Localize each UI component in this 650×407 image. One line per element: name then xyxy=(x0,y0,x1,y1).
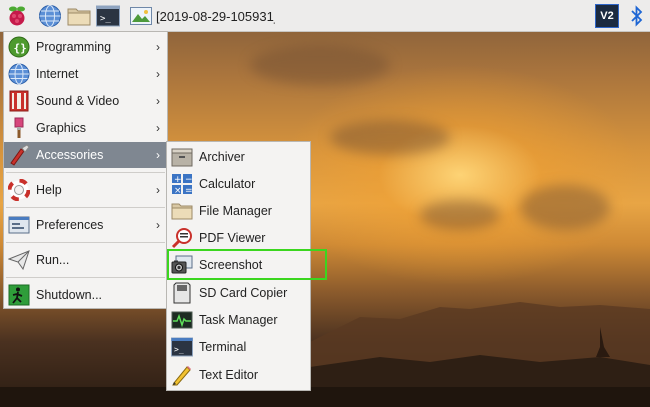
menu-item-label: Accessories xyxy=(36,148,104,162)
top-panel: >_ [2019-08-29-105931_... V2 xyxy=(0,0,650,32)
menu-separator xyxy=(6,207,165,208)
submenu-item-sd-card-copier[interactable]: SD Card Copier xyxy=(167,279,310,306)
svg-text:=: = xyxy=(185,186,193,195)
menu-item-internet[interactable]: Internet › xyxy=(4,61,167,87)
submenu-item-file-manager[interactable]: File Manager xyxy=(167,197,310,224)
terminal-launcher-icon[interactable]: >_ xyxy=(96,4,120,28)
svg-text:−: − xyxy=(185,175,193,185)
browser-globe-icon[interactable] xyxy=(38,4,62,28)
submenu-arrow-icon: › xyxy=(156,218,160,232)
camera-icon xyxy=(171,254,193,276)
submenu-item-terminal[interactable]: >_ Terminal xyxy=(167,333,310,360)
wallpaper-cloud xyxy=(330,120,450,155)
task-manager-icon xyxy=(171,309,193,331)
bluetooth-icon[interactable] xyxy=(630,5,644,27)
sd-card-icon xyxy=(171,282,193,304)
submenu-arrow-icon: › xyxy=(156,40,160,54)
menu-item-programming[interactable]: {} Programming › xyxy=(4,34,167,60)
submenu-arrow-icon: › xyxy=(156,67,160,81)
submenu-item-label: Task Manager xyxy=(199,312,278,327)
folder-icon xyxy=(171,200,193,222)
submenu-arrow-icon: › xyxy=(156,148,160,162)
submenu-item-label: Terminal xyxy=(199,339,247,354)
menu-item-accessories[interactable]: Accessories › xyxy=(4,142,167,168)
submenu-item-label: Calculator xyxy=(199,176,256,191)
terminal-icon: >_ xyxy=(171,336,193,358)
submenu-arrow-icon: › xyxy=(156,183,160,197)
submenu-item-text-editor[interactable]: Text Editor xyxy=(167,361,310,388)
wallpaper-cloud xyxy=(520,185,610,230)
taskbar-window-button[interactable]: [2019-08-29-105931_... xyxy=(130,4,275,28)
accessories-icon xyxy=(8,144,30,166)
paper-plane-icon xyxy=(7,249,30,271)
file-manager-folder-icon[interactable] xyxy=(67,4,91,28)
submenu-item-screenshot[interactable]: Screenshot xyxy=(167,251,310,278)
svg-text:>_: >_ xyxy=(100,14,111,24)
submenu-arrow-icon: › xyxy=(156,94,160,108)
archiver-icon xyxy=(171,146,193,168)
raspberry-menu-icon[interactable] xyxy=(5,4,29,28)
wallpaper-cloud xyxy=(250,45,390,85)
menu-item-label: Preferences xyxy=(36,218,104,232)
main-menu: {} Programming › Internet › Sound & Vide… xyxy=(3,31,168,309)
menu-separator xyxy=(6,277,165,278)
submenu-arrow-icon: › xyxy=(156,121,160,135)
menu-item-label: Programming xyxy=(36,40,112,54)
vnc-label: V2 xyxy=(600,10,614,22)
wallpaper-cloud xyxy=(420,200,500,230)
menu-separator xyxy=(6,242,165,243)
exit-icon xyxy=(8,284,30,306)
submenu-item-label: SD Card Copier xyxy=(199,285,288,300)
paintbrush-icon xyxy=(8,117,30,139)
menu-item-label: Run... xyxy=(36,253,70,267)
image-viewer-icon xyxy=(130,7,152,25)
submenu-item-label: Text Editor xyxy=(199,367,259,382)
menu-item-label: Graphics xyxy=(36,121,87,135)
submenu-item-label: Screenshot xyxy=(199,257,263,272)
submenu-item-calculator[interactable]: + − × = Calculator xyxy=(167,170,310,197)
submenu-item-label: File Manager xyxy=(199,203,272,218)
menu-item-label: Shutdown... xyxy=(36,288,103,302)
text-editor-icon xyxy=(171,364,193,386)
menu-item-shutdown[interactable]: Shutdown... xyxy=(4,282,167,308)
svg-text:+: + xyxy=(174,175,182,185)
svg-text:>_: >_ xyxy=(174,345,184,354)
submenu-item-label: PDF Viewer xyxy=(199,230,266,245)
lifebuoy-icon xyxy=(7,178,31,202)
svg-text:×: × xyxy=(174,186,182,195)
submenu-item-pdf-viewer[interactable]: PDF Viewer xyxy=(167,224,310,251)
menu-separator xyxy=(6,172,165,173)
calculator-icon: + − × = xyxy=(171,173,193,196)
menu-item-preferences[interactable]: Preferences › xyxy=(4,212,167,238)
submenu-item-archiver[interactable]: Archiver xyxy=(167,143,310,170)
pdf-viewer-icon xyxy=(171,227,193,249)
menu-item-run[interactable]: Run... xyxy=(4,247,167,273)
submenu-item-label: Archiver xyxy=(199,149,245,164)
menu-item-label: Internet xyxy=(36,67,79,81)
programming-icon: {} xyxy=(8,36,30,58)
vnc-server-icon[interactable]: V2 xyxy=(595,4,619,28)
submenu-item-task-manager[interactable]: Task Manager xyxy=(167,306,310,333)
menu-item-label: Sound & Video xyxy=(36,94,120,108)
globe-icon xyxy=(8,63,30,85)
menu-item-label: Help xyxy=(36,183,62,197)
menu-item-sound-video[interactable]: Sound & Video › xyxy=(4,88,167,114)
menu-item-graphics[interactable]: Graphics › xyxy=(4,115,167,141)
svg-text:{}: {} xyxy=(14,42,27,55)
sound-video-icon xyxy=(8,90,30,112)
menu-item-help[interactable]: Help › xyxy=(4,177,167,203)
preferences-icon xyxy=(8,214,30,236)
taskbar-window-title: [2019-08-29-105931_... xyxy=(156,8,275,24)
accessories-submenu: Archiver + − × = Calculator File Manager PD… xyxy=(166,141,311,391)
